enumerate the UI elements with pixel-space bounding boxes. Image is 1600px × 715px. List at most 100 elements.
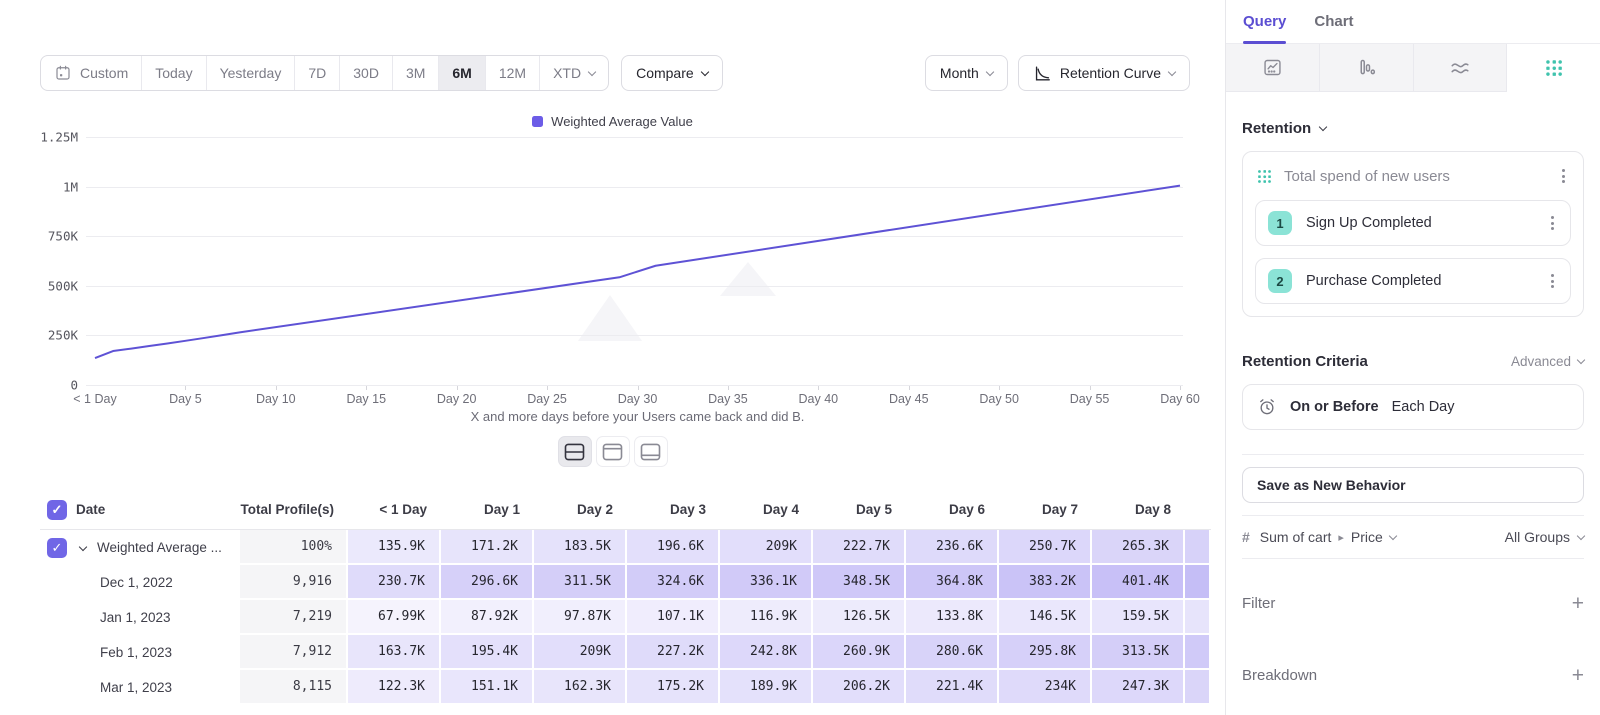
- value-cell: 296.6K: [441, 565, 534, 600]
- column-header: Day 3: [627, 490, 720, 530]
- date-header-flex: ✓Date: [40, 500, 240, 520]
- event-card[interactable]: 1 Sign Up Completed: [1255, 200, 1571, 246]
- value-cell: 242.8K: [720, 635, 813, 670]
- expand-row-icon[interactable]: [79, 542, 87, 550]
- event-list: 1 Sign Up Completed 2Purchase Completed: [1243, 200, 1583, 304]
- panel-bottom-toggle-button[interactable]: [634, 436, 668, 467]
- panel-bottom-icon: [640, 443, 661, 461]
- value-cell-clipped: [1185, 635, 1211, 670]
- total-profiles-cell: 9,916: [240, 565, 348, 600]
- retention-icon[interactable]: [1507, 44, 1600, 92]
- breakdown-section: Breakdown +: [1242, 665, 1584, 686]
- date-cell[interactable]: ✓ Weighted Average ...: [40, 530, 240, 565]
- row-label: Mar 1, 2023: [40, 680, 172, 695]
- value-cell: 221.4K: [906, 670, 999, 705]
- value-cell: 163.7K: [348, 635, 441, 670]
- column-header: Day 5: [813, 490, 906, 530]
- value-cell: 222.7K: [813, 530, 906, 565]
- value-cell: 135.9K: [348, 530, 441, 565]
- value-cell: 171.2K: [441, 530, 534, 565]
- total-profiles-cell: 8,115: [240, 670, 348, 705]
- caret-right-icon: ▸: [1338, 531, 1344, 544]
- row-label: Weighted Average ...: [97, 540, 222, 555]
- total-profiles-cell: 100%: [240, 530, 348, 565]
- value-cell: 209K: [534, 635, 627, 670]
- report-type-switcher: [1226, 44, 1600, 92]
- panel-top-toggle-button[interactable]: [596, 436, 630, 467]
- behavior-title: Total spend of new users: [1284, 168, 1450, 185]
- value-cell: 162.3K: [534, 670, 627, 705]
- kebab-menu-icon[interactable]: [1547, 212, 1558, 234]
- criteria-card[interactable]: On or Before Each Day: [1242, 384, 1584, 430]
- flows-icon[interactable]: [1414, 44, 1508, 92]
- value-cell: 383.2K: [999, 565, 1092, 600]
- value-cell: 336.1K: [720, 565, 813, 600]
- add-filter-icon[interactable]: +: [1572, 593, 1584, 614]
- value-cell: 234K: [999, 670, 1092, 705]
- date-cell: Dec 1, 2022: [40, 565, 240, 600]
- date-cell: Jan 1, 2023: [40, 600, 240, 635]
- value-cell: 313.5K: [1092, 635, 1185, 670]
- value-cell: 230.7K: [348, 565, 441, 600]
- event-step-badge: 2: [1268, 269, 1292, 293]
- measure-event-dropdown[interactable]: Sum of cart ▸ Price: [1260, 529, 1396, 545]
- advanced-dropdown[interactable]: Advanced: [1511, 354, 1584, 369]
- tab-query[interactable]: Query: [1243, 0, 1286, 43]
- event-step-badge: 1: [1268, 211, 1292, 235]
- filter-section: Filter +: [1242, 593, 1584, 614]
- row-checkbox[interactable]: ✓: [47, 538, 67, 558]
- column-header: ✓Date: [40, 490, 240, 530]
- retention-grid-icon: [1257, 169, 1272, 184]
- section-title: Retention: [1242, 120, 1311, 137]
- table-row: Feb 1, 20237,912163.7K195.4K209K227.2K24…: [40, 635, 1211, 670]
- retention-criteria-header: Retention Criteria Advanced: [1242, 353, 1584, 370]
- event-card[interactable]: 2Purchase Completed: [1255, 258, 1571, 304]
- tab-chart[interactable]: Chart: [1314, 0, 1353, 43]
- x-axis-caption: X and more days before your Users came b…: [95, 409, 1180, 424]
- behavior-card: Total spend of new users 1 Sign Up Comple…: [1242, 151, 1584, 317]
- alarm-clock-icon: [1257, 397, 1277, 417]
- value-cell: 151.1K: [441, 670, 534, 705]
- chevron-down-icon: [1389, 531, 1397, 539]
- value-cell-clipped: [1185, 530, 1211, 565]
- divider: [1242, 454, 1584, 455]
- split-rows-toggle-button[interactable]: [558, 436, 592, 467]
- column-header: Day 1: [441, 490, 534, 530]
- criteria-condition: On or Before: [1290, 399, 1379, 415]
- table-header-row: ✓DateTotal Profile(s)< 1 DayDay 1Day 2Da…: [40, 490, 1211, 530]
- retention-section-dropdown[interactable]: Retention: [1242, 120, 1584, 137]
- all-groups-dropdown[interactable]: All Groups: [1505, 529, 1584, 545]
- date-cell: Feb 1, 2023: [40, 635, 240, 670]
- total-profiles-cell: 7,219: [240, 600, 348, 635]
- measure-row: # Sum of cart ▸ Price All Groups: [1242, 515, 1584, 559]
- funnels-icon[interactable]: [1320, 44, 1414, 92]
- value-cell: 159.5K: [1092, 600, 1185, 635]
- add-breakdown-icon[interactable]: +: [1572, 665, 1584, 686]
- kebab-menu-icon[interactable]: [1558, 165, 1569, 187]
- date-cell: Mar 1, 2023: [40, 670, 240, 705]
- retention-table: ✓DateTotal Profile(s)< 1 DayDay 1Day 2Da…: [40, 490, 1211, 705]
- value-cell: 295.8K: [999, 635, 1092, 670]
- value-cell: 247.3K: [1092, 670, 1185, 705]
- save-as-new-behavior-button[interactable]: Save as New Behavior: [1242, 467, 1584, 503]
- value-cell: 195.4K: [441, 635, 534, 670]
- value-cell: 280.6K: [906, 635, 999, 670]
- insights-icon[interactable]: [1226, 44, 1320, 92]
- layout-toggle-group: [0, 436, 1225, 467]
- panel-content: Retention Total spend of new users 1 Sign…: [1226, 92, 1600, 686]
- column-header: Day 7: [999, 490, 1092, 530]
- filter-label: Filter: [1242, 595, 1275, 612]
- value-cell: 67.99K: [348, 600, 441, 635]
- value-cell: 122.3K: [348, 670, 441, 705]
- behavior-title-row: Total spend of new users: [1243, 152, 1583, 200]
- breakdown-label: Breakdown: [1242, 667, 1317, 684]
- column-header: Day 8: [1092, 490, 1185, 530]
- value-cell: 146.5K: [999, 600, 1092, 635]
- row-label: Feb 1, 2023: [40, 645, 172, 660]
- value-cell: 87.92K: [441, 600, 534, 635]
- select-all-checkbox[interactable]: ✓: [47, 500, 67, 520]
- value-cell: 401.4K: [1092, 565, 1185, 600]
- kebab-menu-icon[interactable]: [1547, 270, 1558, 292]
- event-label: Sign Up Completed: [1306, 215, 1432, 231]
- column-header: < 1 Day: [348, 490, 441, 530]
